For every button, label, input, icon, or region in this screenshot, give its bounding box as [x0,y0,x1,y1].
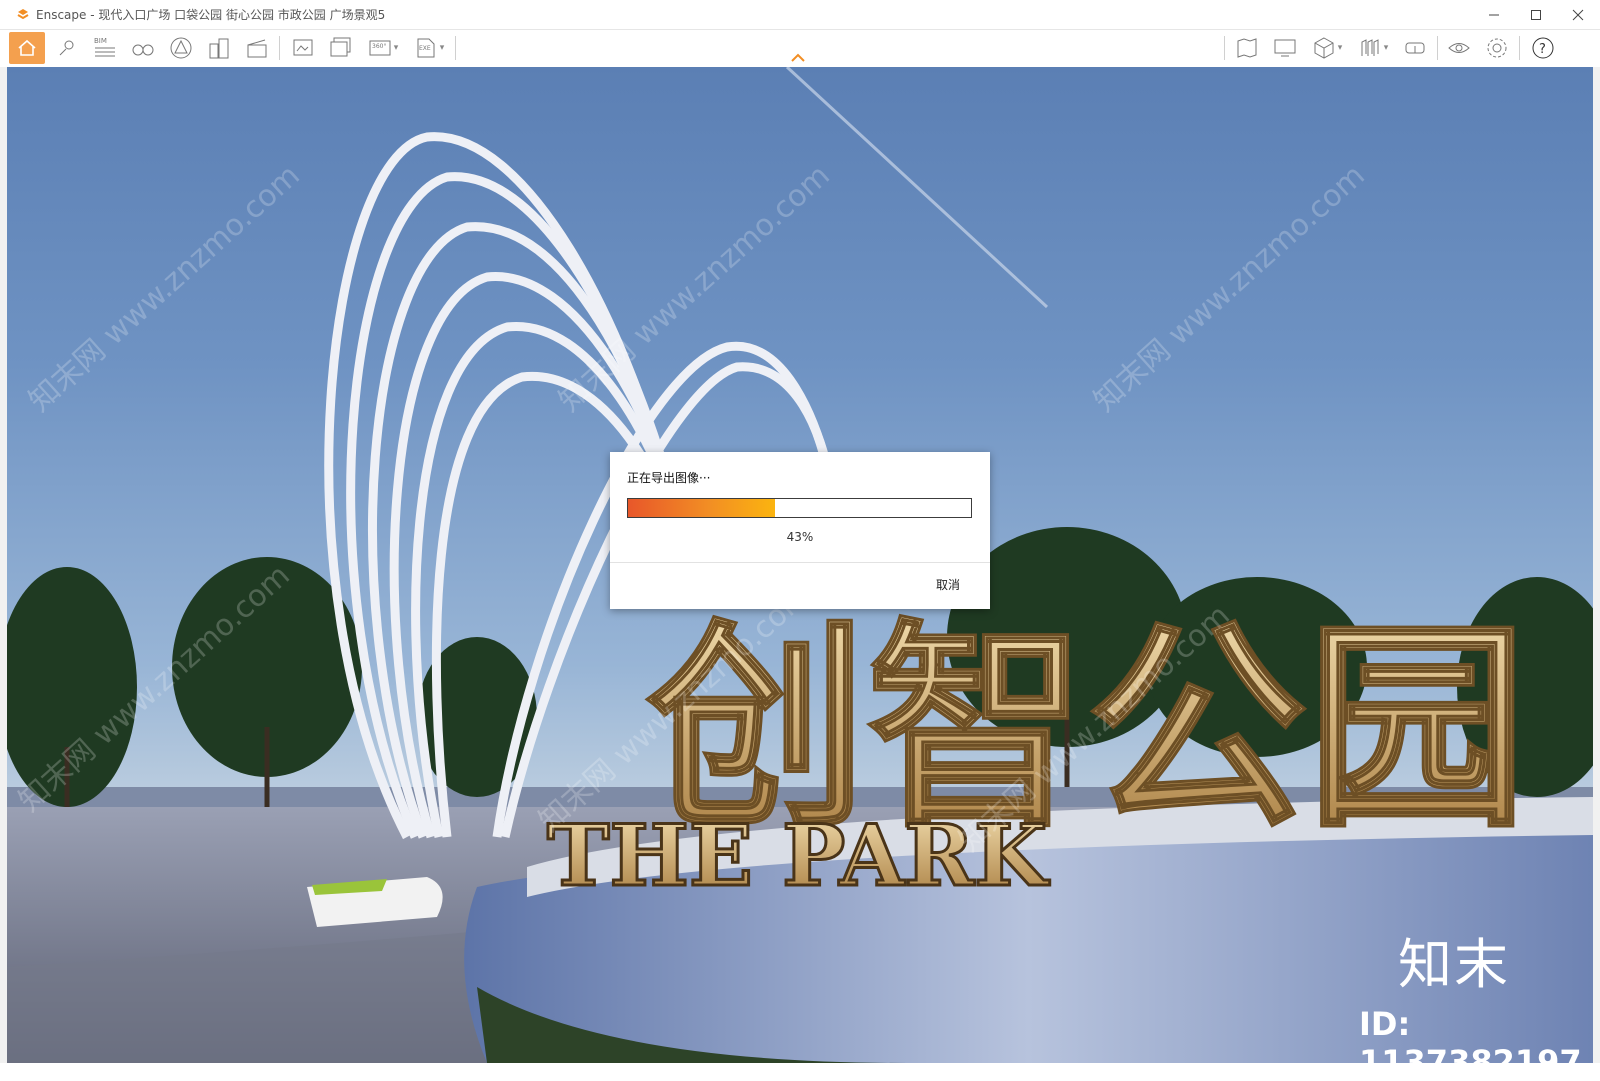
progress-bar-fill [628,499,776,517]
export-image-icon [293,39,313,56]
dialog-title: 正在导出图像··· [627,471,711,485]
maximize-icon[interactable] [1528,7,1544,23]
window-title: Enscape - 现代入口广场 口袋公园 街心公园 市政公园 广场景观5 [36,8,386,22]
bim-icon: BIM [94,37,115,57]
cube-icon [1314,37,1334,59]
collapse-toolbar-icon[interactable] [790,52,806,64]
monitor-button[interactable] [1269,32,1301,64]
progress-percent: 43% [786,530,814,544]
side-panel-edge [1593,67,1600,1063]
map-button[interactable] [1231,32,1263,64]
minimize-icon[interactable] [1486,7,1502,23]
help-button[interactable]: ? [1527,32,1559,64]
gear-icon [1487,38,1507,58]
panorama-360-icon: 360° [369,40,391,56]
progress-bar [627,498,972,518]
video-editor-button[interactable] [241,32,273,64]
binoculars-button[interactable] [127,32,159,64]
title-bar: Enscape - 现代入口广场 口袋公园 街心公园 市政公园 广场景观5 [0,0,1600,30]
exe-export-button[interactable]: EXE ▾ [409,32,449,64]
asset-library-icon [170,37,192,59]
visual-settings-button[interactable] [1443,32,1475,64]
buildings-icon [209,38,229,59]
bim-button[interactable]: BIM [89,32,121,64]
image-id-label: ID: 1137382197 [1359,1005,1582,1081]
clapperboard-icon [247,39,267,58]
chevron-down-icon[interactable]: ▾ [394,43,399,53]
general-settings-button[interactable] [1481,32,1513,64]
location-pin-icon [59,40,74,56]
eye-icon [1448,43,1470,53]
monitor-icon [1274,39,1296,57]
buildings-button[interactable] [203,32,235,64]
views-button[interactable] [51,32,83,64]
export-progress-dialog: 正在导出图像··· 43% 取消 [610,452,990,609]
binoculars-icon [132,44,154,56]
chevron-down-icon[interactable]: ▾ [1338,43,1343,53]
export-exe-icon: EXE [417,38,435,58]
home-button[interactable] [9,32,45,64]
svg-text:?: ? [1539,42,1546,57]
map-icon [1237,38,1257,58]
enscape-logo-icon [16,8,30,22]
chevron-down-icon[interactable]: ▾ [440,43,445,53]
window-controls [1486,0,1586,29]
panorama-label: 360° [372,43,386,50]
cancel-button[interactable]: 取消 [936,576,960,593]
help-icon: ? [1532,37,1554,59]
bim-label: BIM [94,37,107,45]
chevron-down-icon[interactable]: ▾ [1384,43,1389,53]
dialog-divider [610,562,990,563]
batch-render-icon [330,37,351,57]
side-panel-edge [0,67,7,1063]
brand-logo-text: 知末 [1398,933,1510,996]
assets-button[interactable] [165,32,197,64]
screenshot-button[interactable] [287,32,319,64]
close-icon[interactable] [1570,7,1586,23]
cube-button[interactable]: ▾ [1307,32,1347,64]
material-button[interactable]: ▾ [1353,32,1393,64]
batch-render-button[interactable] [325,32,357,64]
exe-label: EXE [419,45,431,52]
vr-headset-icon [1405,42,1425,54]
vr-button[interactable] [1399,32,1431,64]
home-icon [18,39,36,56]
panorama-button[interactable]: 360° ▾ [363,32,403,64]
material-icon [1361,39,1379,56]
